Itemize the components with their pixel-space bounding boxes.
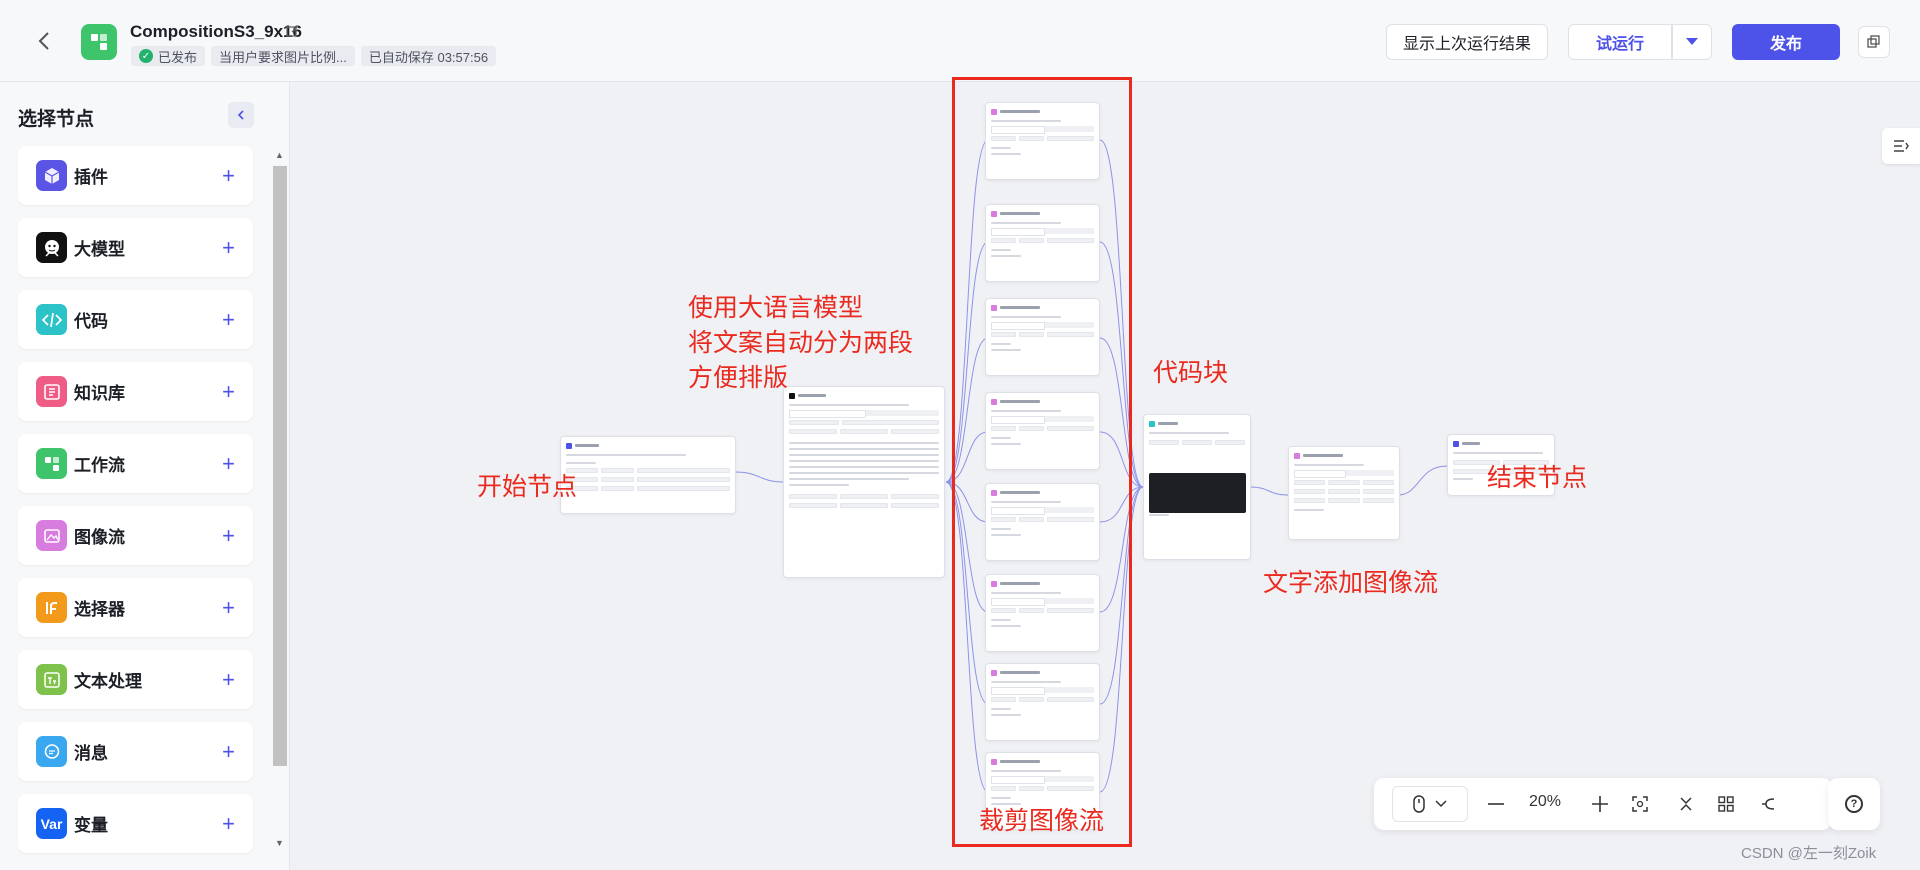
zoom-level: 20% <box>1528 793 1562 810</box>
chevron-down-icon <box>1435 800 1447 808</box>
question-icon: ? <box>1845 795 1863 813</box>
start-node[interactable] <box>560 436 736 514</box>
collapse-nodes-icon[interactable] <box>1672 790 1700 818</box>
llm-node[interactable] <box>783 386 945 578</box>
mouse-icon <box>1413 795 1425 813</box>
annotation-end: 结束节点 <box>1487 464 1588 492</box>
grid-layout-icon[interactable] <box>1712 790 1740 818</box>
connector-style-icon[interactable] <box>1754 790 1782 818</box>
code-node[interactable] <box>1143 414 1251 560</box>
annotation-start: 开始节点 <box>477 473 578 501</box>
start-node-icon <box>566 442 572 449</box>
annotation-llm-3: 方便排版 <box>688 364 789 392</box>
zoom-out-icon[interactable] <box>1482 790 1510 818</box>
annotation-llm-1: 使用大语言模型 <box>688 294 864 322</box>
panel-toggle-icon[interactable] <box>1882 128 1920 164</box>
text-imageflow-node[interactable] <box>1288 446 1400 540</box>
help-button[interactable]: ? <box>1828 778 1880 830</box>
end-node-icon <box>1453 440 1459 447</box>
zoom-in-icon[interactable] <box>1586 790 1614 818</box>
annotation-llm-2: 将文案自动分为两段 <box>688 329 914 357</box>
fit-view-icon[interactable] <box>1626 790 1654 818</box>
llm-node-icon <box>789 392 795 399</box>
annotation-code: 代码块 <box>1153 359 1229 387</box>
code-node-icon <box>1149 420 1155 427</box>
interaction-mode-select[interactable] <box>1392 786 1468 822</box>
imageflow-node-icon <box>1294 452 1300 459</box>
annotation-crop: 裁剪图像流 <box>979 807 1105 835</box>
code-preview <box>1149 473 1246 513</box>
canvas-toolbar: 20% <box>1374 778 1832 830</box>
watermark: CSDN @左一刻Zoik <box>1741 845 1877 862</box>
crop-group-highlight <box>952 77 1132 847</box>
annotation-text-image: 文字添加图像流 <box>1263 569 1439 597</box>
